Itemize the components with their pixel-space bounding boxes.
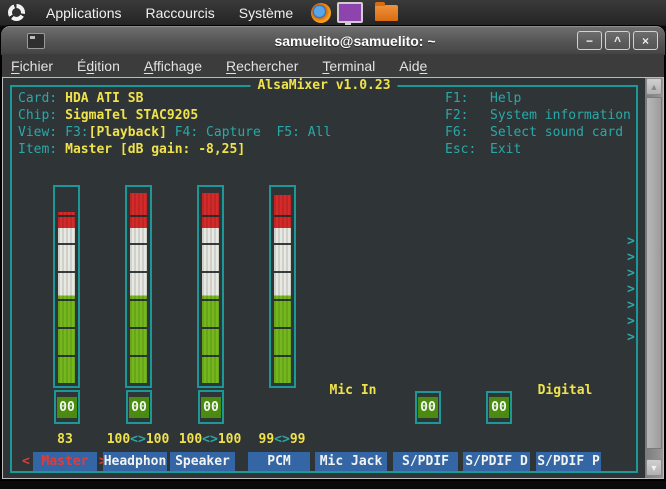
- menubar: Fichier Édition Affichage Rechercher Ter…: [2, 54, 664, 77]
- mute-switch-speaker[interactable]: 00: [198, 390, 224, 424]
- scrollbar-thumb[interactable]: [646, 97, 662, 449]
- more-channels-indicator: >>>>>>>: [627, 234, 635, 346]
- item-row: Item:Master [dB gain: -8,25]: [18, 141, 245, 158]
- volume-value-master: 83: [57, 432, 73, 447]
- mute-switch-spdif-d[interactable]: 00: [486, 391, 512, 424]
- menu-rechercher[interactable]: Rechercher: [226, 58, 298, 74]
- volume-value-pcm: 99<>99: [259, 432, 306, 447]
- mic-in-label: Mic In: [330, 383, 377, 398]
- item-value: Master [dB gain: -8,25]: [65, 142, 245, 157]
- alsamixer-title: AlsaMixer v1.0.23: [250, 78, 397, 93]
- minimize-button[interactable]: −: [577, 31, 602, 50]
- channel-mic-jack[interactable]: Mic Jack: [315, 452, 387, 471]
- menu-edition[interactable]: Édition: [77, 58, 120, 74]
- volume-bar-headphone[interactable]: [125, 185, 152, 388]
- card-value: HDA ATI SB: [65, 91, 143, 106]
- channel-speaker[interactable]: Speaker: [170, 452, 235, 471]
- channel-pcm[interactable]: PCM: [248, 452, 310, 471]
- chip-row: Chip:SigmaTel STAC9205: [18, 107, 198, 124]
- panel-menu-raccourcis[interactable]: Raccourcis: [134, 1, 227, 25]
- volume-bar-master[interactable]: [53, 185, 80, 388]
- chip-value: SigmaTel STAC9205: [65, 108, 198, 123]
- help-f6: F6:Select sound card: [445, 124, 623, 141]
- display-icon[interactable]: [337, 2, 363, 23]
- channel-master[interactable]: Master: [33, 452, 97, 471]
- volume-value-headphone: 100<>100: [107, 432, 170, 447]
- menu-terminal[interactable]: Terminal: [322, 58, 375, 74]
- volume-bar-pcm[interactable]: [269, 185, 296, 388]
- help-f2: F2:System information: [445, 107, 631, 124]
- menu-aide[interactable]: Aide: [399, 58, 427, 74]
- terminal-window: samuelito@samuelito: ~ − ^ × Fichier Édi…: [0, 25, 666, 481]
- card-row: Card:HDA ATI SB: [18, 90, 143, 107]
- help-f1: F1:Help: [445, 90, 521, 107]
- menu-affichage[interactable]: Affichage: [144, 58, 202, 74]
- menu-fichier[interactable]: Fichier: [11, 58, 53, 74]
- panel-menu-applications[interactable]: Applications: [34, 1, 134, 25]
- volume-bar-speaker[interactable]: [197, 185, 224, 388]
- volume-value-speaker: 100<>100: [179, 432, 242, 447]
- titlebar[interactable]: samuelito@samuelito: ~ − ^ ×: [1, 26, 665, 55]
- help-esc: Esc:Exit: [445, 141, 521, 158]
- terminal-app-icon: [27, 33, 45, 49]
- scroll-up-button[interactable]: ▲: [646, 78, 662, 95]
- channel-spdif-p[interactable]: S/PDIF P: [536, 452, 601, 471]
- terminal-content-frame: AlsaMixer v1.0.23 Card:HDA ATI SB Chip:S…: [2, 77, 664, 479]
- firefox-icon[interactable]: [311, 3, 331, 23]
- scroll-down-button[interactable]: ▼: [646, 459, 662, 476]
- channel-spdif[interactable]: S/PDIF: [393, 452, 458, 471]
- maximize-button[interactable]: ^: [605, 31, 630, 50]
- scrollbar[interactable]: ▲ ▼: [645, 78, 663, 478]
- mute-switch-master[interactable]: 00: [54, 390, 80, 424]
- terminal-screen[interactable]: AlsaMixer v1.0.23 Card:HDA ATI SB Chip:S…: [3, 78, 645, 478]
- mute-switch-spdif[interactable]: 00: [415, 391, 441, 424]
- folder-icon[interactable]: [375, 5, 398, 21]
- channel-headphone[interactable]: Headphon: [103, 452, 167, 471]
- channel-spdif-d[interactable]: S/PDIF D: [463, 452, 530, 471]
- selected-left-arrow: <: [22, 452, 30, 471]
- ubuntu-logo-icon[interactable]: [8, 4, 25, 21]
- view-mode: [Playback]: [89, 125, 167, 140]
- view-row: View:F3:[Playback] F4: Capture F5: All: [18, 124, 331, 141]
- panel-menu-systeme[interactable]: Système: [227, 1, 305, 25]
- close-button[interactable]: ×: [633, 31, 658, 50]
- mute-switch-headphone[interactable]: 00: [126, 390, 152, 424]
- window-title: samuelito@samuelito: ~: [45, 33, 665, 49]
- digital-label: Digital: [538, 383, 593, 398]
- top-panel: Applications Raccourcis Système: [0, 0, 666, 26]
